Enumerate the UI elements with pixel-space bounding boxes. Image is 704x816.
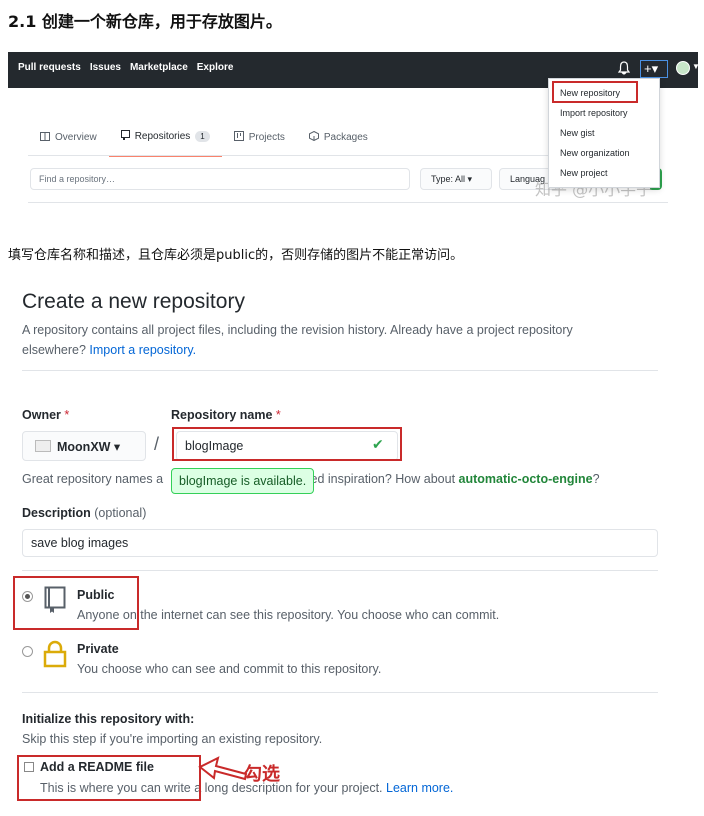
find-repository-input[interactable]: Find a repository… xyxy=(30,168,410,190)
optional-note: (optional) xyxy=(94,506,147,520)
instruction-paragraph: 填写仓库名称和描述，且仓库必须是public的，否则存储的图片不能正常访问。 xyxy=(8,248,464,263)
tab-label: Packages xyxy=(323,132,368,143)
section-heading: 2.1 创建一个新仓库，用于存放图片。 xyxy=(8,12,282,31)
lock-icon xyxy=(43,640,67,673)
tab-packages[interactable]: Packages xyxy=(297,130,380,157)
tab-label: Repositories xyxy=(134,131,191,142)
page-description: A repository contains all project files,… xyxy=(22,320,632,360)
private-radio[interactable] xyxy=(22,646,33,657)
menu-item-new-gist[interactable]: New gist xyxy=(560,128,595,138)
tab-label: Projects xyxy=(248,132,285,143)
nav-pull-requests[interactable]: Pull requests xyxy=(18,62,81,73)
tab-projects[interactable]: Projects xyxy=(222,130,297,157)
menu-item-new-project[interactable]: New project xyxy=(560,168,608,178)
tab-label: Overview xyxy=(55,132,97,143)
owner-select[interactable]: MoonXW ▾ xyxy=(22,431,146,461)
highlight-box xyxy=(17,755,201,801)
suggested-name-link[interactable]: automatic-octo-engine xyxy=(459,472,593,486)
arrow-annotation-icon xyxy=(198,756,248,781)
owner-label: Owner * xyxy=(22,408,69,422)
menu-item-import-repository[interactable]: Import repository xyxy=(560,108,628,118)
book-icon xyxy=(40,131,50,144)
owner-value: MoonXW ▾ xyxy=(57,439,121,454)
menu-item-new-repository[interactable]: New repository xyxy=(560,88,620,98)
import-repository-link[interactable]: Import a repository. xyxy=(89,343,196,357)
create-dropdown-menu: New repository Import repository New gis… xyxy=(548,78,660,188)
repo-name-label: Repository name * xyxy=(171,408,281,422)
avatar[interactable] xyxy=(676,61,690,75)
private-description: You choose who can see and commit to thi… xyxy=(77,662,382,676)
repo-count-badge: 1 xyxy=(195,131,210,142)
hint-text: ? xyxy=(592,472,600,486)
package-icon xyxy=(308,130,319,144)
annotation-label: 勾选 xyxy=(244,764,280,785)
chevron-down-icon: ▼ xyxy=(692,62,700,71)
nav-marketplace[interactable]: Marketplace xyxy=(130,62,188,73)
repo-icon xyxy=(120,130,130,143)
page-title: Create a new repository xyxy=(22,290,245,313)
divider xyxy=(22,692,658,693)
header-nav: Pull requests Issues Marketplace Explore xyxy=(18,62,233,73)
divider xyxy=(22,370,658,371)
required-mark: * xyxy=(275,408,281,422)
tab-overview[interactable]: Overview xyxy=(28,130,109,157)
project-icon xyxy=(233,131,244,144)
divider xyxy=(28,202,668,203)
init-section-title: Initialize this repository with: xyxy=(22,712,195,726)
description-label: Description (optional) xyxy=(22,506,146,520)
path-separator: / xyxy=(154,434,160,454)
description-label-text: Description xyxy=(22,506,91,520)
nav-explore[interactable]: Explore xyxy=(197,62,234,73)
type-filter-button[interactable]: Type: All ▾ xyxy=(420,168,492,190)
description-input[interactable]: save blog images xyxy=(22,529,658,557)
nav-issues[interactable]: Issues xyxy=(90,62,121,73)
bell-icon[interactable] xyxy=(617,61,632,77)
owner-label-text: Owner xyxy=(22,408,61,422)
hint-text: Great repository names a xyxy=(22,472,164,486)
tab-repositories[interactable]: Repositories 1 xyxy=(108,130,222,157)
repo-name-label-text: Repository name xyxy=(171,408,273,422)
create-new-button[interactable]: +▾ xyxy=(640,60,668,78)
divider xyxy=(22,570,658,571)
menu-item-new-organization[interactable]: New organization xyxy=(560,148,630,158)
learn-more-link[interactable]: Learn more. xyxy=(386,781,453,795)
owner-avatar xyxy=(35,440,51,452)
hint-text: Need inspiration? How about xyxy=(291,472,459,486)
required-mark: * xyxy=(64,408,70,422)
highlight-box xyxy=(172,427,402,461)
availability-tooltip: blogImage is available. xyxy=(171,468,315,494)
private-title: Private xyxy=(77,642,119,656)
profile-tabs: Overview Repositories 1 Projects Package… xyxy=(28,130,380,157)
highlight-box xyxy=(13,576,139,630)
public-description: Anyone on the internet can see this repo… xyxy=(77,608,500,622)
init-skip-note: Skip this step if you're importing an ex… xyxy=(22,732,323,746)
